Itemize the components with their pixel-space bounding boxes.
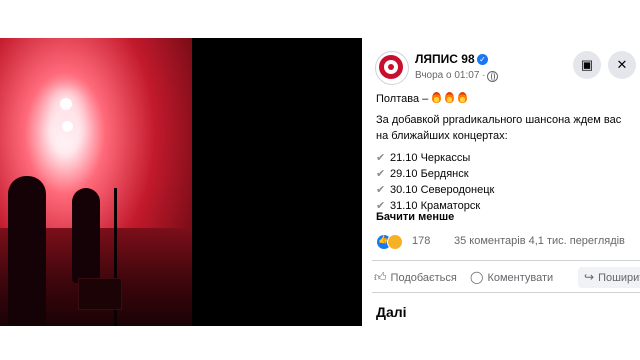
- stage-light-lower: [62, 121, 73, 132]
- video-player[interactable]: [0, 38, 362, 326]
- concert-list: ✔ 21.10 Черкассы ✔ 29.10 Бердянск ✔ 30.10 С…: [376, 150, 626, 214]
- comment-label: Коментувати: [487, 272, 554, 284]
- page-name[interactable]: ЛЯПИС 98: [415, 52, 475, 66]
- close-icon: ✕: [616, 57, 628, 72]
- check-icon: ✔: [376, 184, 386, 196]
- comment-button[interactable]: ◯ Коментувати: [470, 267, 553, 288]
- page-avatar[interactable]: [375, 51, 409, 85]
- verified-badge-icon: ✓: [477, 54, 488, 65]
- post-panel: ЛЯПИС 98 ✓ Вчора о 01:07 · ▣ ✕ Полтава –…: [362, 38, 640, 326]
- save-button[interactable]: ▣: [573, 51, 601, 79]
- see-less-link[interactable]: Бачити менше: [376, 211, 454, 223]
- concert-text: 29.10 Бердянск: [390, 168, 469, 180]
- post-title: Полтава –: [376, 93, 429, 105]
- facebook-video-viewer: ЛЯПИС 98 ✓ Вчора о 01:07 · ▣ ✕ Полтава –…: [0, 38, 640, 326]
- performer-center: [72, 188, 100, 283]
- divider: [372, 260, 640, 261]
- action-bar: 👍︎Подобається ◯Коментувати ↪Поширити: [374, 267, 640, 288]
- share-button[interactable]: ↪Поширити: [578, 267, 640, 288]
- thumbs-up-icon: 👍︎: [374, 270, 387, 284]
- post-stats[interactable]: 35 коментарів 4,1 тис. переглядів: [454, 234, 625, 248]
- like-button[interactable]: 👍︎ Подобається: [374, 267, 457, 288]
- reaction-count: 178: [412, 235, 431, 247]
- globe-icon: [487, 71, 498, 82]
- concert-text: 30.10 Северодонецк: [390, 184, 495, 196]
- concert-text: 21.10 Черкассы: [390, 152, 471, 164]
- concert-item: ✔ 21.10 Черкассы: [376, 150, 626, 166]
- stage-light-upper: [60, 98, 72, 110]
- care-reaction-icon: [387, 234, 403, 250]
- post-title-line: Полтава –: [376, 91, 636, 107]
- fire-icon: [458, 92, 468, 103]
- share-icon: ↪: [584, 270, 595, 284]
- concert-item: ✔ 30.10 Северодонецк: [376, 182, 626, 198]
- close-button[interactable]: ✕: [608, 51, 636, 79]
- concert-item: ✔ 29.10 Бердянск: [376, 166, 626, 182]
- next-section-heading: Далі: [376, 304, 407, 320]
- check-icon: ✔: [376, 168, 386, 180]
- post-time[interactable]: Вчора о 01:07 ·: [415, 70, 485, 81]
- fire-icon: [445, 92, 455, 103]
- stage-monitor: [78, 278, 122, 310]
- concert-video-frame: [0, 38, 192, 326]
- fire-icon: [432, 92, 442, 103]
- performer-left: [8, 176, 46, 326]
- comment-icon: ◯: [470, 270, 484, 284]
- share-label: Поширити: [598, 272, 640, 284]
- divider: [372, 292, 640, 293]
- like-label: Подобається: [390, 272, 457, 284]
- save-icon: ▣: [580, 57, 594, 72]
- logo-dot: [388, 64, 394, 70]
- post-body: За добавкой ррradикального шансона ждем …: [376, 114, 622, 142]
- check-icon: ✔: [376, 152, 386, 164]
